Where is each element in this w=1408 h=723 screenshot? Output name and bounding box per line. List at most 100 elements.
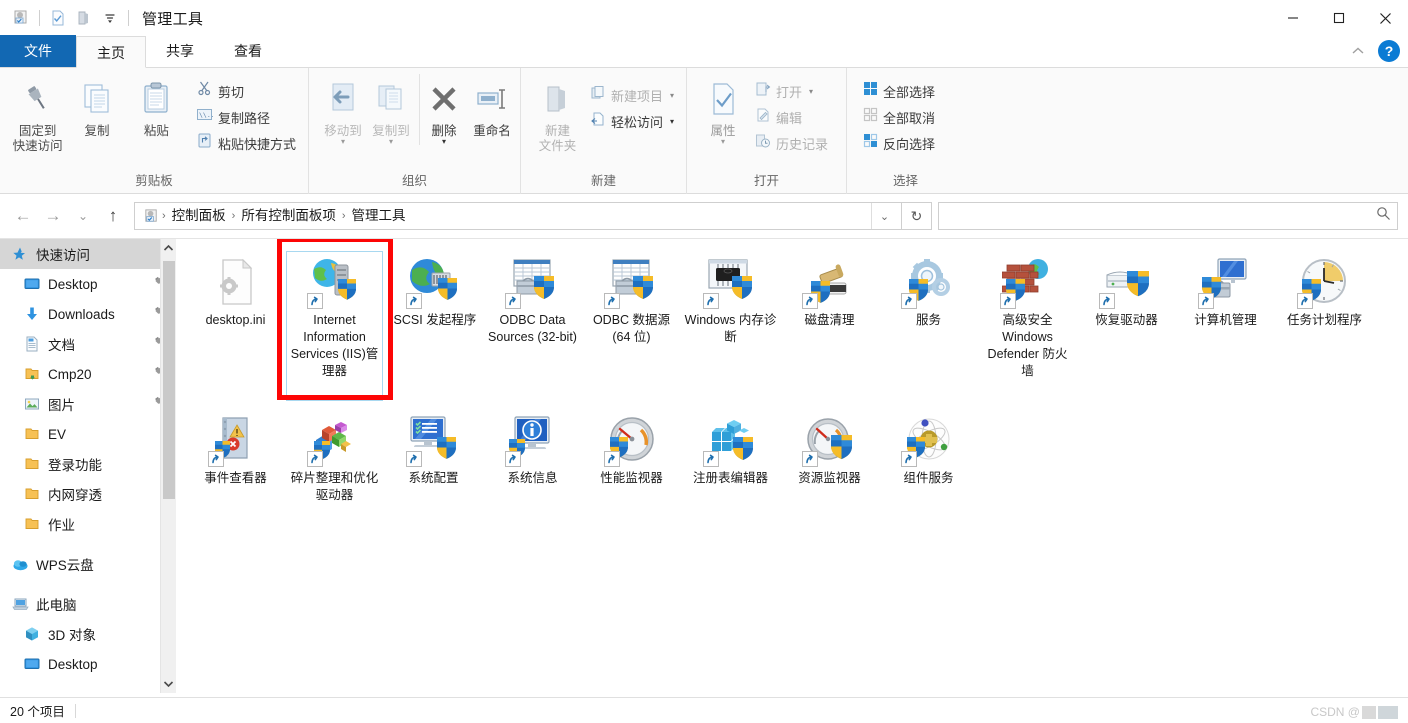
sidebar-scroll-up-button[interactable] [161, 239, 176, 257]
file-component-services[interactable]: 组件服务 [879, 403, 978, 561]
sidebar-item-ev[interactable]: EV [0, 419, 176, 449]
window-controls[interactable] [1270, 0, 1408, 36]
sidebar-item-login-feature[interactable]: 登录功能 [0, 449, 176, 479]
sidebar-item-documents[interactable]: 文档 [0, 329, 176, 359]
maximize-button[interactable] [1316, 0, 1362, 36]
select-none-button[interactable]: 全部取消 [859, 104, 939, 130]
properties-button[interactable]: 属性 ▾ [697, 74, 749, 146]
sidebar-item-wps-cloud[interactable]: WPS云盘 [0, 549, 176, 579]
sidebar-item-cmp20[interactable]: Cmp20 [0, 359, 176, 389]
forward-button[interactable]: → [38, 201, 68, 231]
tab-share[interactable]: 共享 [146, 35, 214, 67]
delete-button[interactable]: 删除 ▾ [419, 74, 468, 146]
invert-selection-button[interactable]: 反向选择 [859, 130, 939, 156]
file-grid[interactable]: desktop.ini Internet Information Services… [186, 245, 1408, 561]
properties-icon[interactable] [45, 5, 71, 31]
sidebar-item-homework[interactable]: 作业 [0, 509, 176, 539]
sidebar-item-this-pc[interactable]: 此电脑 [0, 589, 176, 619]
sidebar-scrollbar[interactable] [160, 239, 176, 693]
ribbon-tab-strip[interactable]: 文件 主页 共享 查看 ? [0, 35, 1408, 68]
file-task-scheduler[interactable]: 任务计划程序 [1275, 245, 1374, 403]
file-resource-monitor[interactable]: 资源监视器 [780, 403, 879, 561]
history-icon [755, 133, 771, 154]
select-all-button[interactable]: 全部选择 [859, 78, 939, 104]
pin-to-quick-access-button[interactable]: 固定到 快速访问 [8, 74, 67, 154]
paste-shortcut-button[interactable]: 粘贴快捷方式 [192, 130, 300, 156]
file-windows-defender-firewall[interactable]: 高级安全 Windows Defender 防火墙 [978, 245, 1077, 403]
move-to-button[interactable]: 移动到 ▾ [319, 74, 367, 146]
tab-file[interactable]: 文件 [0, 35, 76, 67]
file-iis-manager[interactable]: Internet Information Services (IIS)管理器 [285, 245, 384, 403]
customize-dropdown-icon[interactable] [97, 5, 123, 31]
new-folder-button[interactable]: 新建 文件夹 [533, 74, 582, 154]
file-odbc-64bit[interactable]: ODBC 数据源(64 位) [582, 245, 681, 403]
sidebar-scroll-down-button[interactable] [161, 675, 176, 693]
up-button[interactable]: ↑ [98, 201, 128, 231]
breadcrumb-item-all-control-panel-items[interactable]: 所有控制面板项 [235, 204, 342, 228]
file-list-pane[interactable]: desktop.ini Internet Information Services… [176, 239, 1408, 693]
rename-button[interactable]: 重命名 [468, 74, 516, 139]
minimize-button[interactable] [1270, 0, 1316, 36]
breadcrumb-item-administrative-tools[interactable]: 管理工具 [346, 204, 412, 228]
sidebar-item-pc-desktop[interactable]: Desktop [0, 649, 176, 679]
sidebar-item-3d-objects[interactable]: 3D 对象 [0, 619, 176, 649]
navigation-pane[interactable]: 快速访问 Desktop Downloads 文档 Cmp20 图片 EV 登录功能 内网穿透作… [0, 239, 176, 693]
address-dropdown-icon[interactable]: ⌄ [871, 203, 897, 229]
tab-home[interactable]: 主页 [76, 36, 146, 68]
open-caret-icon[interactable]: ▾ [809, 87, 813, 96]
sidebar-item-intranet[interactable]: 内网穿透 [0, 479, 176, 509]
file-system-information[interactable]: 系统信息 [483, 403, 582, 561]
tab-view[interactable]: 查看 [214, 35, 282, 67]
cut-button[interactable]: 剪切 [192, 78, 300, 104]
file-desktop-ini[interactable]: desktop.ini [186, 245, 285, 403]
copy-button[interactable]: 复制 [67, 74, 126, 139]
paste-button[interactable]: 粘贴 [127, 74, 186, 139]
new-folder-icon[interactable] [71, 5, 97, 31]
sidebar-item-quick-access[interactable]: 快速访问 [0, 239, 176, 269]
new-item-caret-icon[interactable]: ▾ [670, 91, 674, 100]
file-services[interactable]: 服务 [879, 245, 978, 403]
file-computer-management[interactable]: 计算机管理 [1176, 245, 1275, 403]
open-button[interactable]: 打开 ▾ [751, 78, 832, 104]
copy-path-button[interactable]: \\.. 复制路径 [192, 104, 300, 130]
file-event-viewer[interactable]: 事件查看器 [186, 403, 285, 561]
recent-locations-button[interactable]: ⌄ [68, 201, 98, 231]
sidebar-item-downloads[interactable]: Downloads [0, 299, 176, 329]
new-item-button[interactable]: 新建项目 ▾ [586, 82, 678, 108]
easy-access-button[interactable]: 轻松访问 ▾ [586, 108, 678, 134]
file-odbc-32bit[interactable]: ODBC Data Sources (32-bit) [483, 245, 582, 403]
sidebar-scroll-thumb[interactable] [163, 261, 175, 499]
file-system-configuration[interactable]: 系统配置 [384, 403, 483, 561]
history-button[interactable]: 历史记录 [751, 130, 832, 156]
back-button[interactable]: ← [8, 201, 38, 231]
sidebar-item-desktop[interactable]: Desktop [0, 269, 176, 299]
properties-caret-icon[interactable]: ▾ [721, 138, 725, 146]
control-panel-icon[interactable] [8, 5, 34, 31]
close-button[interactable] [1362, 0, 1408, 36]
file-disk-cleanup[interactable]: 磁盘清理 [780, 245, 879, 403]
address-bar[interactable]: › 控制面板 › 所有控制面板项 › 管理工具 ⌄ [134, 202, 902, 230]
refresh-button[interactable]: ↻ [902, 202, 932, 230]
file-defragment[interactable]: 碎片整理和优化驱动器 [285, 403, 384, 561]
file-recovery-drive[interactable]: 恢复驱动器 [1077, 245, 1176, 403]
quick-access-toolbar[interactable] [8, 5, 134, 31]
breadcrumb-item-control-panel[interactable]: 控制面板 [166, 204, 232, 228]
copy-to-button[interactable]: 复制到 ▾ [367, 74, 415, 146]
easy-access-caret-icon[interactable]: ▾ [670, 117, 674, 126]
sidebar-list[interactable]: 快速访问 Desktop Downloads 文档 Cmp20 图片 EV 登录功能 内网穿透作… [0, 239, 176, 679]
help-button[interactable]: ? [1378, 40, 1400, 62]
edit-button[interactable]: 编辑 [751, 104, 832, 130]
file-iscsi-initiator[interactable]: iSCSI 发起程序 [384, 245, 483, 403]
search-input[interactable] [945, 207, 1376, 225]
sidebar-item-pictures[interactable]: 图片 [0, 389, 176, 419]
copy-to-caret-icon[interactable]: ▾ [389, 138, 393, 146]
search-box[interactable] [938, 202, 1398, 230]
delete-caret-icon[interactable]: ▾ [442, 138, 446, 146]
search-icon[interactable] [1376, 206, 1391, 226]
file-registry-editor[interactable]: 注册表编辑器 [681, 403, 780, 561]
move-to-caret-icon[interactable]: ▾ [341, 138, 345, 146]
file-performance-monitor[interactable]: 性能监视器 [582, 403, 681, 561]
file-windows-memory-diag[interactable]: Windows 内存诊断 [681, 245, 780, 403]
collapse-ribbon-icon[interactable] [1350, 43, 1366, 59]
breadcrumb[interactable]: › 控制面板 › 所有控制面板项 › 管理工具 [162, 204, 871, 228]
